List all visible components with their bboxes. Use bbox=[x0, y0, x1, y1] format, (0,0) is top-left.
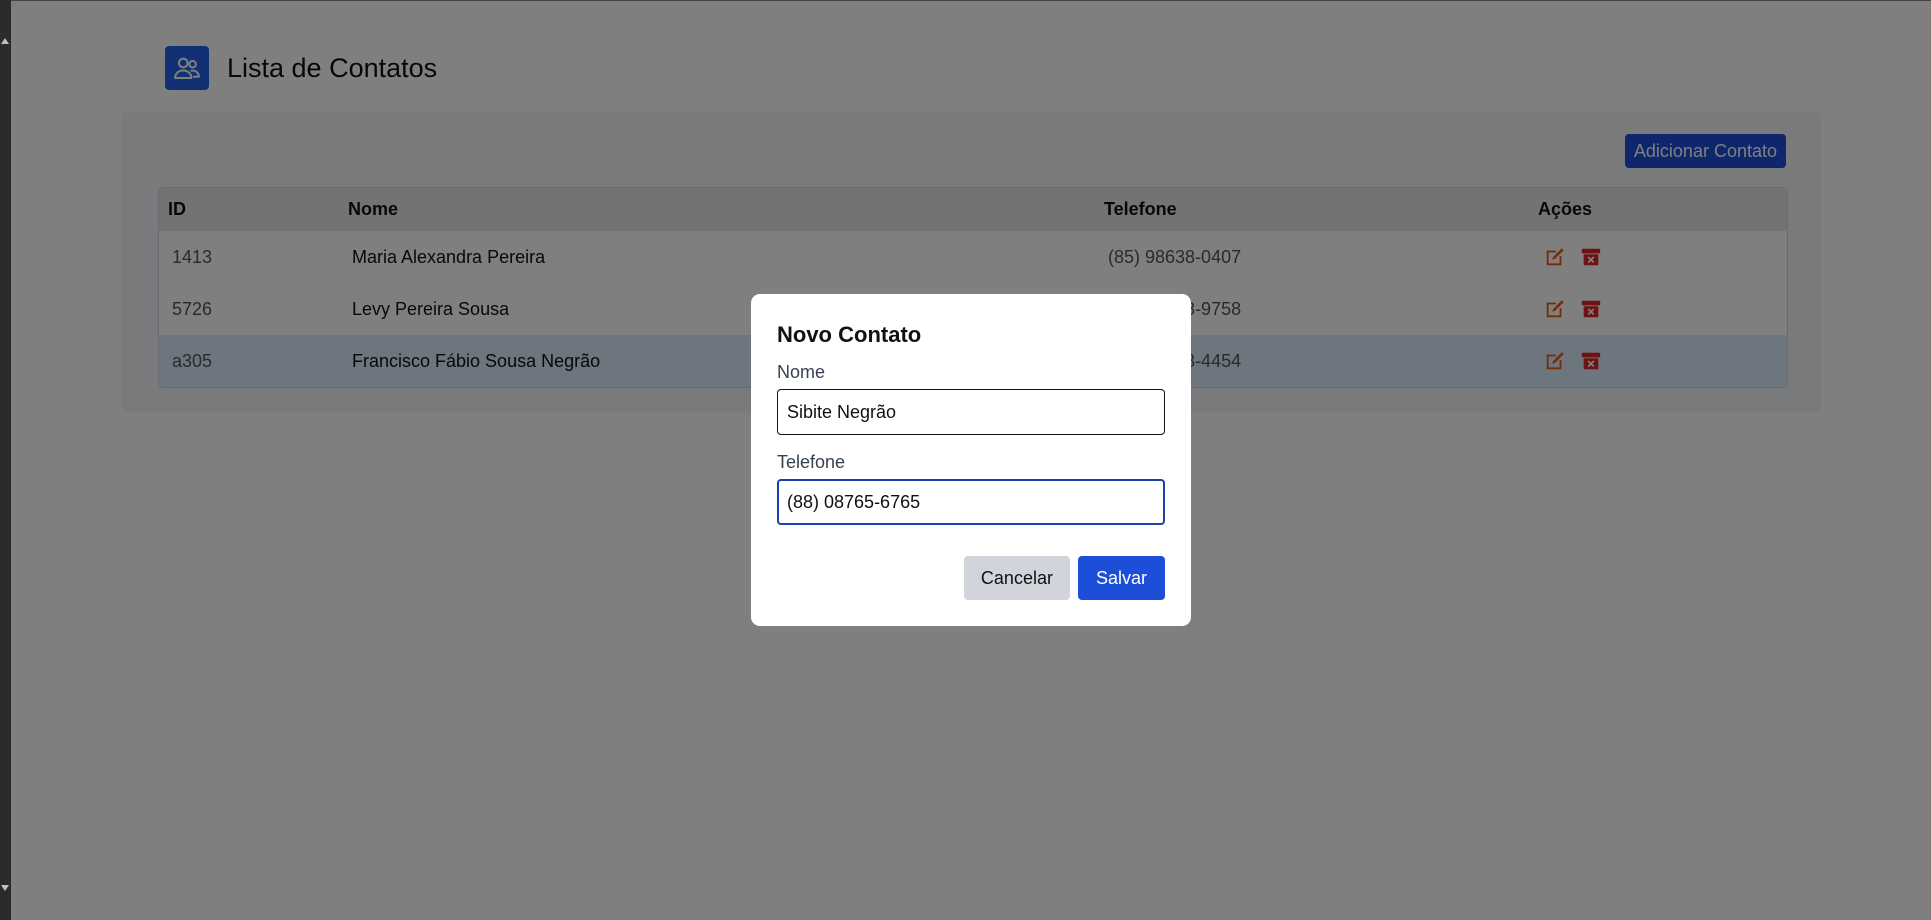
modal-actions: Cancelar Salvar bbox=[963, 556, 1165, 600]
modal-title: Novo Contato bbox=[777, 322, 922, 347]
nome-label: Nome bbox=[777, 362, 826, 382]
cancel-button[interactable]: Cancelar bbox=[963, 556, 1070, 600]
new-contact-modal: Novo Contato Nome Telefone Cancelar Salv… bbox=[751, 294, 1191, 626]
scroll-up-arrow-icon[interactable] bbox=[1, 38, 9, 44]
telefone-label: Telefone bbox=[777, 452, 846, 472]
scroll-down-arrow-icon[interactable] bbox=[1, 885, 9, 891]
telefone-field[interactable] bbox=[777, 479, 1165, 525]
save-button[interactable]: Salvar bbox=[1077, 556, 1165, 600]
window-left-edge bbox=[0, 0, 11, 920]
nome-field[interactable] bbox=[777, 389, 1165, 435]
